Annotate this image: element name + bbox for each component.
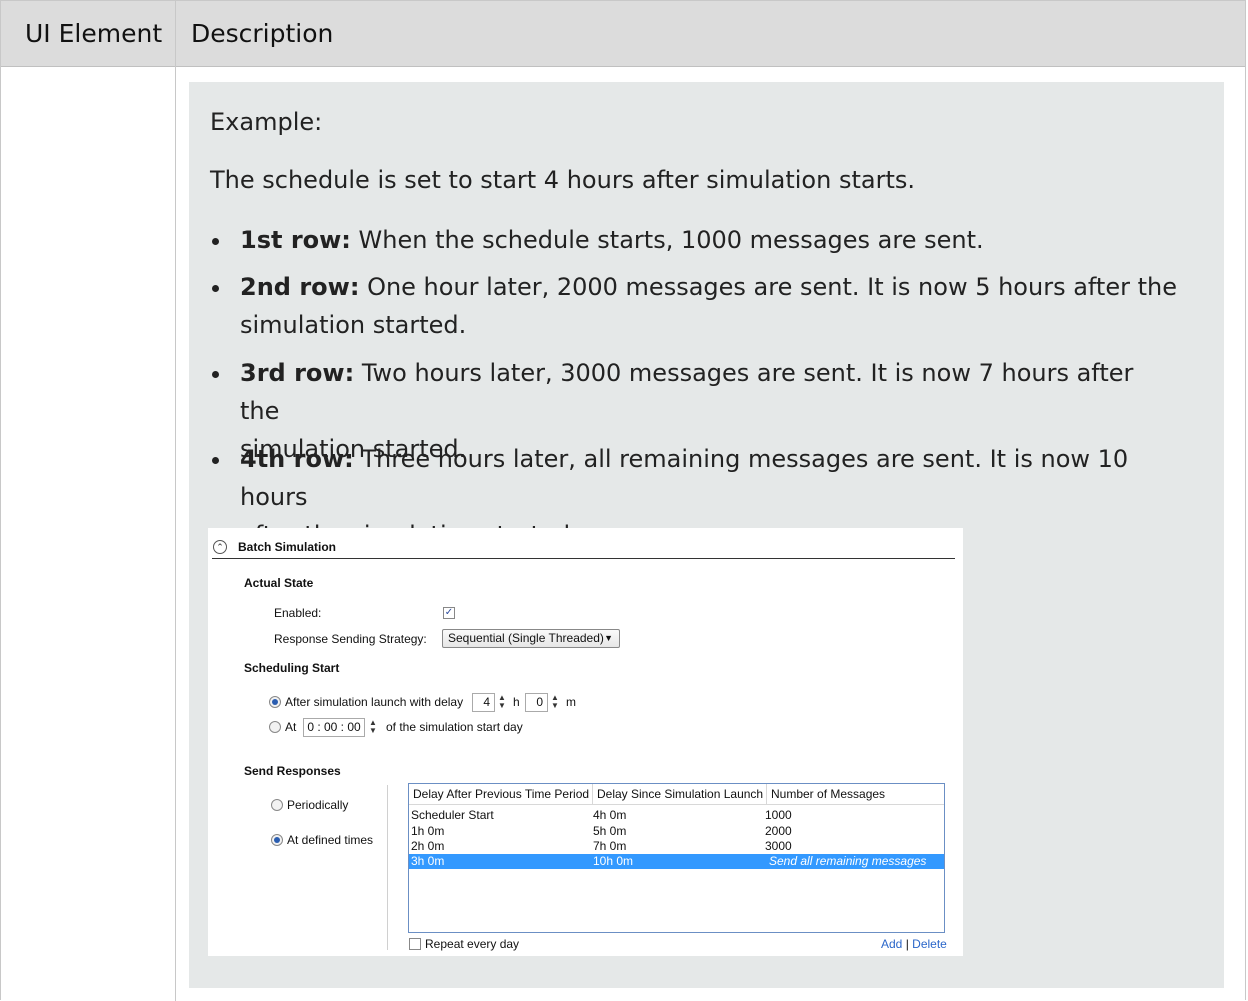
delay-radio[interactable] [269,696,281,708]
table-cell: Send all remaining messages [769,854,927,868]
at-suffix: of the simulation start day [386,720,523,734]
schedule-table-header: Delay After Previous Time Period Delay S… [409,784,944,805]
minutes-unit: m [566,695,576,709]
header-description: Description [191,19,334,48]
defined-times-radio[interactable] [271,834,283,846]
actual-state-heading: Actual State [244,576,314,590]
periodically-label: Periodically [287,798,349,812]
hours-spinner-icon[interactable]: ▲ ▼ [495,694,509,711]
strategy-select[interactable]: Sequential (Single Threaded) ▼ [442,629,620,648]
strategy-label: Response Sending Strategy: [274,632,427,646]
table-cell: 1000 [765,808,792,822]
section-divider [212,558,955,559]
bullet-text-cont: simulation started. [240,311,467,339]
table-cell: 10h 0m [593,854,634,868]
table-header-row: UI Element Description [1,1,1245,67]
table-row[interactable]: 2h 0m 7h 0m 3000 [409,839,944,854]
hours-input[interactable]: 4 [472,693,495,712]
bullet-item: 2nd row: One hour later, 2000 messages a… [240,268,1180,344]
table-cell: 3000 [765,839,792,853]
table-row-selected[interactable]: 3h 0m 10h 0m Send all remaining messages [409,854,944,869]
batch-simulation-screenshot: ⌃ Batch Simulation Actual State Enabled:… [208,528,963,956]
delete-link[interactable]: Delete [912,937,947,951]
table-cell: 3h 0m [411,854,445,868]
enabled-checkbox[interactable]: ✓ [443,607,455,619]
enabled-label: Enabled: [274,606,322,620]
hours-unit: h [513,695,520,709]
bullet-dot [212,457,219,464]
periodically-radio[interactable] [271,799,283,811]
column-divider [175,1,176,1001]
add-link[interactable]: Add [881,937,902,951]
delay-label: After simulation launch with delay [285,695,464,709]
bullet-dot [212,285,219,292]
table-cell: Scheduler Start [411,808,494,822]
example-label: Example: [210,108,323,136]
vertical-separator [387,785,388,950]
table-cell: 2h 0m [411,839,445,853]
minutes-spinner-icon[interactable]: ▲ ▼ [548,694,562,711]
scheduling-heading: Scheduling Start [244,661,340,675]
minutes-input[interactable]: 0 [525,693,548,712]
at-label: At [285,720,297,734]
table-cell: 2000 [765,824,792,838]
table-cell: 1h 0m [411,824,445,838]
bullet-label: 3rd row: [240,359,355,387]
link-separator: | [905,937,909,951]
schedule-table[interactable]: Delay After Previous Time Period Delay S… [408,783,945,933]
table-row[interactable]: 1h 0m 5h 0m 2000 [409,824,944,839]
send-responses-heading: Send Responses [244,764,341,778]
bullet-text: Three hours later, all remaining message… [240,445,1129,511]
table-row[interactable]: Scheduler Start 4h 0m 1000 [409,808,944,823]
at-time-radio[interactable] [269,721,281,733]
bullet-dot [212,371,219,378]
table-cell: 5h 0m [593,824,627,838]
collapse-chevron-up-icon[interactable]: ⌃ [213,540,227,554]
bullet-dot [212,238,219,245]
strategy-value: Sequential (Single Threaded) [448,631,604,645]
header-ui-element: UI Element [25,19,163,48]
table-cell: 7h 0m [593,839,627,853]
bullet-text: When the schedule starts, 1000 messages … [358,226,984,254]
bullet-label: 1st row: [240,226,351,254]
column-header[interactable]: Delay Since Simulation Launch [593,784,767,804]
repeat-checkbox[interactable] [409,938,421,950]
table-cell: 4h 0m [593,808,627,822]
section-title: Batch Simulation [238,540,337,554]
bullet-text: Two hours later, 3000 messages are sent.… [240,359,1134,425]
bullet-label: 4th row: [240,445,354,473]
repeat-label: Repeat every day [425,937,520,951]
defined-times-label: At defined times [287,833,374,847]
add-delete-links: Add | Delete [881,937,947,951]
dropdown-arrow-icon: ▼ [604,633,613,643]
bullet-text: One hour later, 2000 messages are sent. … [367,273,1177,301]
bullet-item: 1st row: When the schedule starts, 1000 … [240,221,1180,259]
example-intro: The schedule is set to start 4 hours aft… [210,166,915,194]
column-header[interactable]: Number of Messages [767,784,944,804]
column-header[interactable]: Delay After Previous Time Period [409,784,593,804]
time-input[interactable]: 0 : 00 : 00 [303,718,365,737]
bullet-label: 2nd row: [240,273,360,301]
time-spinner-icon[interactable]: ▲ ▼ [366,719,380,736]
